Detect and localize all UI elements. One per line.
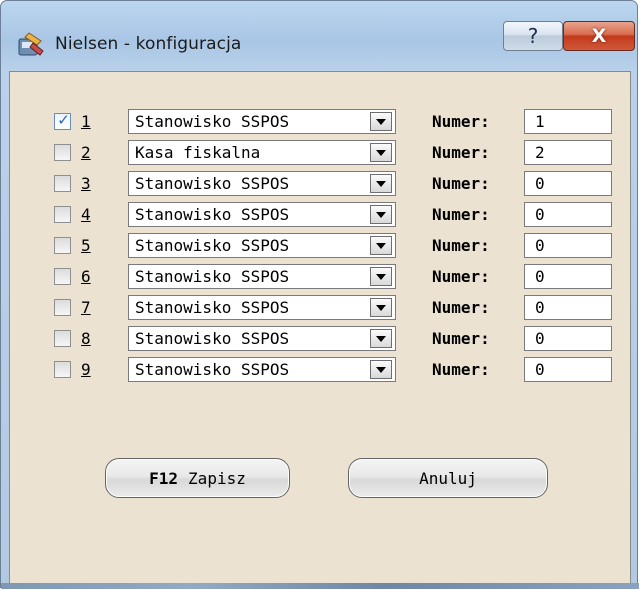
numer-label: Numer:	[432, 143, 490, 162]
numer-input[interactable]: 1	[524, 109, 612, 134]
chevron-down-icon[interactable]	[370, 112, 392, 131]
dialog-body: ✓ 1 Stanowisko SSPOS Numer: 1 2 Kasa fiskalna N…	[9, 71, 631, 585]
config-row: 7 Stanowisko SSPOS Numer: 0	[10, 295, 632, 321]
config-row: 9 Stanowisko SSPOS Numer: 0	[10, 357, 632, 383]
config-row: 6 Stanowisko SSPOS Numer: 0	[10, 264, 632, 290]
device-type-value: Stanowisko SSPOS	[135, 360, 290, 379]
numer-label: Numer:	[432, 174, 490, 193]
enable-checkbox[interactable]: ✓	[54, 111, 71, 130]
chevron-down-icon[interactable]	[370, 329, 392, 348]
row-number: 2	[81, 143, 91, 162]
device-type-select[interactable]: Kasa fiskalna	[128, 140, 396, 165]
numer-input[interactable]: 0	[524, 357, 612, 382]
device-type-select[interactable]: Stanowisko SSPOS	[128, 326, 396, 351]
numer-input[interactable]: 0	[524, 233, 612, 258]
enable-checkbox[interactable]	[54, 361, 71, 378]
device-type-select[interactable]: Stanowisko SSPOS	[128, 357, 396, 382]
dialog-window: Nielsen - konfiguracja ? X ✓ 1 Stanowisko …	[0, 0, 639, 589]
chevron-down-icon[interactable]	[370, 360, 392, 379]
row-number: 5	[81, 236, 91, 255]
config-row: 8 Stanowisko SSPOS Numer: 0	[10, 326, 632, 352]
device-type-select[interactable]: Stanowisko SSPOS	[128, 295, 396, 320]
numer-input[interactable]: 0	[524, 264, 612, 289]
chevron-down-icon[interactable]	[370, 298, 392, 317]
numer-label: Numer:	[432, 267, 490, 286]
chevron-down-icon[interactable]	[370, 267, 392, 286]
device-type-select[interactable]: Stanowisko SSPOS	[128, 202, 396, 227]
numer-label: Numer:	[432, 329, 490, 348]
checkmark-icon: ✓	[57, 111, 70, 129]
row-number: 8	[81, 329, 91, 348]
numer-input[interactable]: 0	[524, 202, 612, 227]
numer-input[interactable]: 0	[524, 171, 612, 196]
chevron-down-icon[interactable]	[370, 143, 392, 162]
chevron-down-icon[interactable]	[370, 205, 392, 224]
device-type-value: Stanowisko SSPOS	[135, 205, 290, 224]
enable-checkbox[interactable]	[54, 237, 71, 254]
config-row: 3 Stanowisko SSPOS Numer: 0	[10, 171, 632, 197]
save-button-label: Zapisz	[188, 468, 246, 488]
cancel-button[interactable]: Anuluj	[348, 458, 548, 498]
chevron-down-icon[interactable]	[370, 236, 392, 255]
cancel-button-label: Anuluj	[419, 468, 477, 488]
config-row: 4 Stanowisko SSPOS Numer: 0	[10, 202, 632, 228]
numer-input[interactable]: 0	[524, 326, 612, 351]
row-number: 7	[81, 298, 91, 317]
enable-checkbox[interactable]	[54, 144, 71, 161]
row-number: 1	[81, 112, 91, 131]
device-type-value: Stanowisko SSPOS	[135, 112, 290, 131]
numer-label: Numer:	[432, 205, 490, 224]
help-icon: ?	[527, 24, 539, 48]
numer-label: Numer:	[432, 236, 490, 255]
device-type-value: Stanowisko SSPOS	[135, 236, 290, 255]
device-type-value: Stanowisko SSPOS	[135, 329, 290, 348]
config-row: 5 Stanowisko SSPOS Numer: 0	[10, 233, 632, 259]
close-button[interactable]: X	[563, 21, 635, 51]
numer-label: Numer:	[432, 360, 490, 379]
app-icon	[18, 32, 44, 56]
device-type-value: Stanowisko SSPOS	[135, 298, 290, 317]
enable-checkbox[interactable]	[54, 175, 71, 192]
help-button[interactable]: ?	[503, 21, 563, 51]
save-shortcut-key: F12	[149, 468, 179, 488]
window-bottom-border	[1, 583, 639, 589]
config-row: 2 Kasa fiskalna Numer: 2	[10, 140, 632, 166]
device-type-select[interactable]: Stanowisko SSPOS	[128, 233, 396, 258]
numer-label: Numer:	[432, 112, 490, 131]
row-number: 6	[81, 267, 91, 286]
save-button[interactable]: F12 Zapisz	[105, 458, 290, 498]
numer-input[interactable]: 2	[524, 140, 612, 165]
enable-checkbox[interactable]	[54, 299, 71, 316]
device-type-select[interactable]: Stanowisko SSPOS	[128, 109, 396, 134]
numer-label: Numer:	[432, 298, 490, 317]
enable-checkbox[interactable]	[54, 206, 71, 223]
device-type-value: Stanowisko SSPOS	[135, 267, 290, 286]
enable-checkbox[interactable]	[54, 268, 71, 285]
row-number: 9	[81, 360, 91, 379]
device-type-select[interactable]: Stanowisko SSPOS	[128, 264, 396, 289]
row-number: 3	[81, 174, 91, 193]
row-number: 4	[81, 205, 91, 224]
title-bar[interactable]: Nielsen - konfiguracja ? X	[1, 1, 639, 71]
enable-checkbox[interactable]	[54, 330, 71, 347]
config-row: ✓ 1 Stanowisko SSPOS Numer: 1	[10, 109, 632, 135]
close-icon: X	[591, 25, 607, 47]
device-type-select[interactable]: Stanowisko SSPOS	[128, 171, 396, 196]
chevron-down-icon[interactable]	[370, 174, 392, 193]
window-title: Nielsen - konfiguracja	[55, 34, 242, 54]
device-type-value: Kasa fiskalna	[135, 143, 261, 162]
device-type-value: Stanowisko SSPOS	[135, 174, 290, 193]
numer-input[interactable]: 0	[524, 295, 612, 320]
